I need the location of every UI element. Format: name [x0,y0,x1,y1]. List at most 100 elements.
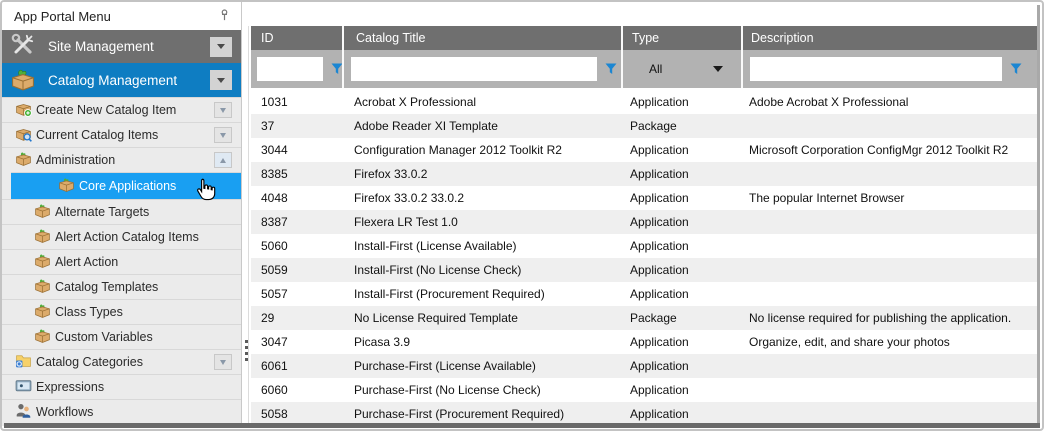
sidebar-item-current-catalog-items[interactable]: Current Catalog Items [2,122,241,147]
window-bottom-edge [4,423,1040,428]
table-row[interactable]: 5059Install-First (No License Check)Appl… [251,258,1040,282]
sidebar-item-label: Catalog Management [48,73,177,88]
expand-button-catalog-management[interactable] [210,70,232,90]
pin-icon[interactable] [218,8,231,25]
cell-description [741,354,1040,378]
sidebar-item-catalog-templates[interactable]: Catalog Templates [2,274,241,299]
cell-id: 6060 [251,378,342,402]
sidebar-item-label: Alert Action Catalog Items [55,230,199,244]
cell-title: Firefox 33.0.2 [342,162,621,186]
sidebar-item-catalog-categories[interactable]: Catalog Categories [2,349,241,374]
table-row[interactable]: 1031Acrobat X ProfessionalApplicationAdo… [251,90,1040,114]
table-row[interactable]: 37Adobe Reader XI TemplatePackage [251,114,1040,138]
cell-id: 5059 [251,258,342,282]
tools-icon [10,32,36,61]
description-filter-input[interactable] [750,57,1002,81]
box-icon [34,277,51,297]
table-row[interactable]: 29No License Required TemplatePackageNo … [251,306,1040,330]
cell-type: Application [621,90,741,114]
table-row[interactable]: 5060Install-First (License Available)App… [251,234,1040,258]
cell-description: Adobe Acrobat X Professional [741,90,1040,114]
cell-type: Application [621,330,741,354]
column-header-type[interactable]: Type [621,26,741,50]
cell-description [741,162,1040,186]
table-row[interactable]: 3044Configuration Manager 2012 Toolkit R… [251,138,1040,162]
cell-id: 5057 [251,282,342,306]
box-search-icon [15,125,32,145]
splitter-handle[interactable] [244,2,251,426]
sidebar-item-workflows[interactable]: Workflows [2,399,241,424]
table-row[interactable]: 8387Flexera LR Test 1.0Application [251,210,1040,234]
cell-title: Install-First (No License Check) [342,258,621,282]
sidebar-item-alert-action[interactable]: Alert Action [2,249,241,274]
splitter-dots-icon [245,340,248,361]
sidebar-item-label: Alert Action [55,255,118,269]
cell-description [741,114,1040,138]
app-window: App Portal Menu Site Management [0,0,1044,431]
cell-title: Picasa 3.9 [342,330,621,354]
sidebar-item-alert-action-catalog-items[interactable]: Alert Action Catalog Items [2,224,241,249]
table-row[interactable]: 6060Purchase-First (No License Check)App… [251,378,1040,402]
table-row[interactable]: 6061Purchase-First (License Available)Ap… [251,354,1040,378]
table-row[interactable]: 3047Picasa 3.9ApplicationOrganize, edit,… [251,330,1040,354]
cell-title: Firefox 33.0.2 33.0.2 [342,186,621,210]
cell-id: 1031 [251,90,342,114]
cell-title: Install-First (License Available) [342,234,621,258]
expand-button-current-items[interactable] [214,127,232,143]
cell-description [741,282,1040,306]
column-header-catalog-title[interactable]: Catalog Title [342,26,621,50]
cell-description [741,258,1040,282]
table-row[interactable]: 4048Firefox 33.0.2 33.0.2ApplicationThe … [251,186,1040,210]
sidebar-item-create-new-catalog-item[interactable]: Create New Catalog Item [2,97,241,122]
cell-id: 8387 [251,210,342,234]
type-filter-value: All [649,62,662,76]
expand-button-catalog-categories[interactable] [214,354,232,370]
sidebar-item-label: Catalog Templates [55,280,158,294]
box-icon [58,176,75,196]
cell-description [741,210,1040,234]
expand-button-site-management[interactable] [210,37,232,57]
sidebar-item-administration[interactable]: Administration [2,147,241,172]
cell-type: Application [621,378,741,402]
sidebar-item-class-types[interactable]: Class Types [2,299,241,324]
sidebar-item-label: Custom Variables [55,330,153,344]
chevron-down-icon [713,66,723,72]
cell-id: 5060 [251,234,342,258]
title-filter-button[interactable] [605,63,617,75]
cell-description: Organize, edit, and share your photos [741,330,1040,354]
id-filter-input[interactable] [257,57,323,81]
sidebar-item-label: Core Applications [79,179,176,193]
sidebar-item-expressions[interactable]: Expressions [2,374,241,399]
sidebar-title: App Portal Menu [14,9,111,24]
cell-title: Purchase-First (No License Check) [342,378,621,402]
column-header-description[interactable]: Description [741,26,1040,50]
cell-type: Application [621,186,741,210]
sidebar-item-label: Current Catalog Items [36,128,158,142]
title-filter-input[interactable] [351,57,597,81]
cell-description [741,234,1040,258]
sidebar-item-core-applications[interactable]: Core Applications [11,172,241,199]
description-filter-button[interactable] [1010,63,1022,75]
type-filter-dropdown[interactable]: All [623,62,741,76]
table-row[interactable]: 5057Install-First (Procurement Required)… [251,282,1040,306]
cell-title: No License Required Template [342,306,621,330]
cell-type: Application [621,234,741,258]
catalog-box-icon [10,66,36,95]
sidebar-item-label: Administration [36,153,115,167]
sidebar-item-custom-variables[interactable]: Custom Variables [2,324,241,349]
cell-type: Application [621,162,741,186]
sidebar-item-catalog-management[interactable]: Catalog Management [2,63,241,97]
expand-button-create-new[interactable] [214,102,232,118]
table-row[interactable]: 8385Firefox 33.0.2Application [251,162,1040,186]
column-header-id[interactable]: ID [251,26,342,50]
sidebar-item-alternate-targets[interactable]: Alternate Targets [2,199,241,224]
cell-type: Application [621,210,741,234]
cell-id: 3047 [251,330,342,354]
sidebar-item-site-management[interactable]: Site Management [2,30,241,63]
cell-title: Adobe Reader XI Template [342,114,621,138]
collapse-button-administration[interactable] [214,152,232,168]
box-icon [34,202,51,222]
box-icon [34,227,51,247]
sidebar-item-label: Site Management [48,39,154,54]
folder-gear-icon [15,352,32,372]
